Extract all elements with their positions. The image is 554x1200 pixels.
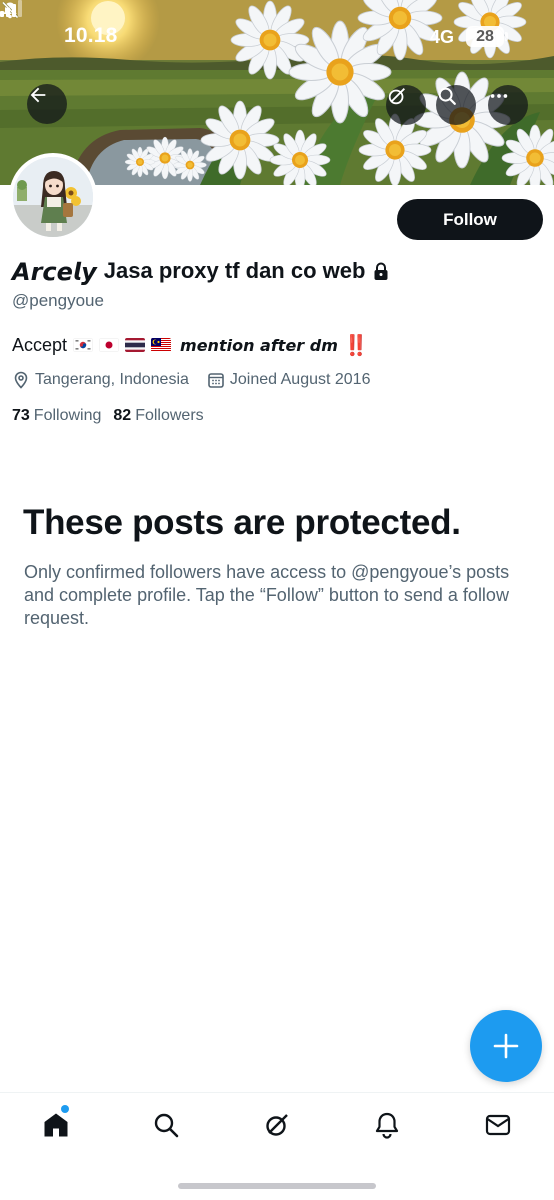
grok-icon <box>388 88 405 105</box>
avatar-image <box>13 157 93 237</box>
followers-label: Followers <box>135 407 204 424</box>
search-button[interactable] <box>436 85 476 125</box>
joined-text: Joined August 2016 <box>229 371 371 388</box>
notifications-icon <box>375 1112 399 1139</box>
lock-icon <box>374 262 388 280</box>
battery-tip <box>505 32 508 41</box>
plus-icon <box>493 1033 519 1059</box>
profile-banner[interactable]: 10.18 4G 28 <box>0 0 554 185</box>
display-name-text: Jasa proxy tf dan co web <box>103 258 366 283</box>
follow-button[interactable]: Follow <box>397 199 543 240</box>
nav-home[interactable] <box>40 1109 72 1141</box>
location-item: Tangerang, Indonesia <box>12 371 189 389</box>
compose-button[interactable] <box>470 1010 542 1082</box>
protected-title: These posts are protected. <box>23 503 461 542</box>
double-exclamation-mark: ‼️ <box>343 334 369 357</box>
japan-flag <box>99 338 120 352</box>
signal-icon <box>0 0 22 17</box>
joined-item: Joined August 2016 <box>207 371 371 389</box>
follow-stats: 73 Following 82 Followers <box>12 405 216 427</box>
search-icon <box>438 87 456 105</box>
back-button[interactable] <box>27 84 67 124</box>
followers-link[interactable]: 82 Followers <box>113 407 203 425</box>
nav-messages[interactable] <box>482 1109 514 1141</box>
profile-handle: @pengyoue <box>12 291 104 310</box>
network-type: 4G <box>430 27 455 47</box>
battery-indicator: 28 <box>466 26 504 47</box>
home-unread-dot <box>61 1105 69 1113</box>
location-text: Tangerang, Indonesia <box>35 371 189 388</box>
avatar[interactable] <box>9 153 97 241</box>
malaysia-flag <box>151 338 172 352</box>
display-name-stylized: 𝘼𝙧𝙘𝙚𝙡𝙮 <box>12 256 97 286</box>
home-icon <box>44 1113 68 1137</box>
nav-grok[interactable] <box>261 1109 293 1141</box>
back-arrow-icon <box>30 87 46 103</box>
followers-count: 82 <box>113 407 132 424</box>
profile-bio: Accept 𝙢𝙚𝙣𝙩𝙞𝙤𝙣 𝙖𝙛𝙩𝙚𝙧 𝙙𝙢 ‼️ <box>12 333 369 357</box>
nav-notifications[interactable] <box>371 1109 403 1141</box>
bio-prefix: Accept <box>12 334 68 355</box>
more-button[interactable] <box>488 85 528 125</box>
following-label: Following <box>33 407 102 424</box>
nav-search[interactable] <box>150 1109 182 1141</box>
more-icon <box>490 94 508 98</box>
status-bar: 10.18 4G 28 <box>0 0 554 76</box>
thailand-flag <box>125 338 146 352</box>
grok-icon <box>266 1114 288 1136</box>
location-icon <box>14 371 28 389</box>
display-name: 𝘼𝙧𝙘𝙚𝙡𝙮 Jasa proxy tf dan co web <box>12 254 389 288</box>
profile-meta: Tangerang, Indonesia Joined August 2016 <box>12 368 388 392</box>
search-icon <box>154 1113 179 1138</box>
bio-stylized-text: 𝙢𝙚𝙣𝙩𝙞𝙤𝙣 𝙖𝙛𝙩𝙚𝙧 𝙙𝙢 <box>180 335 338 355</box>
messages-icon <box>485 1114 511 1136</box>
following-count: 73 <box>12 407 30 424</box>
protected-body: Only confirmed followers have access to … <box>24 562 510 628</box>
home-indicator <box>178 1183 376 1189</box>
status-time: 10.18 <box>64 24 118 47</box>
calendar-icon <box>208 373 224 388</box>
south-korea-flag <box>73 338 94 352</box>
grok-button[interactable] <box>386 85 426 125</box>
following-link[interactable]: 73 Following <box>12 407 101 425</box>
